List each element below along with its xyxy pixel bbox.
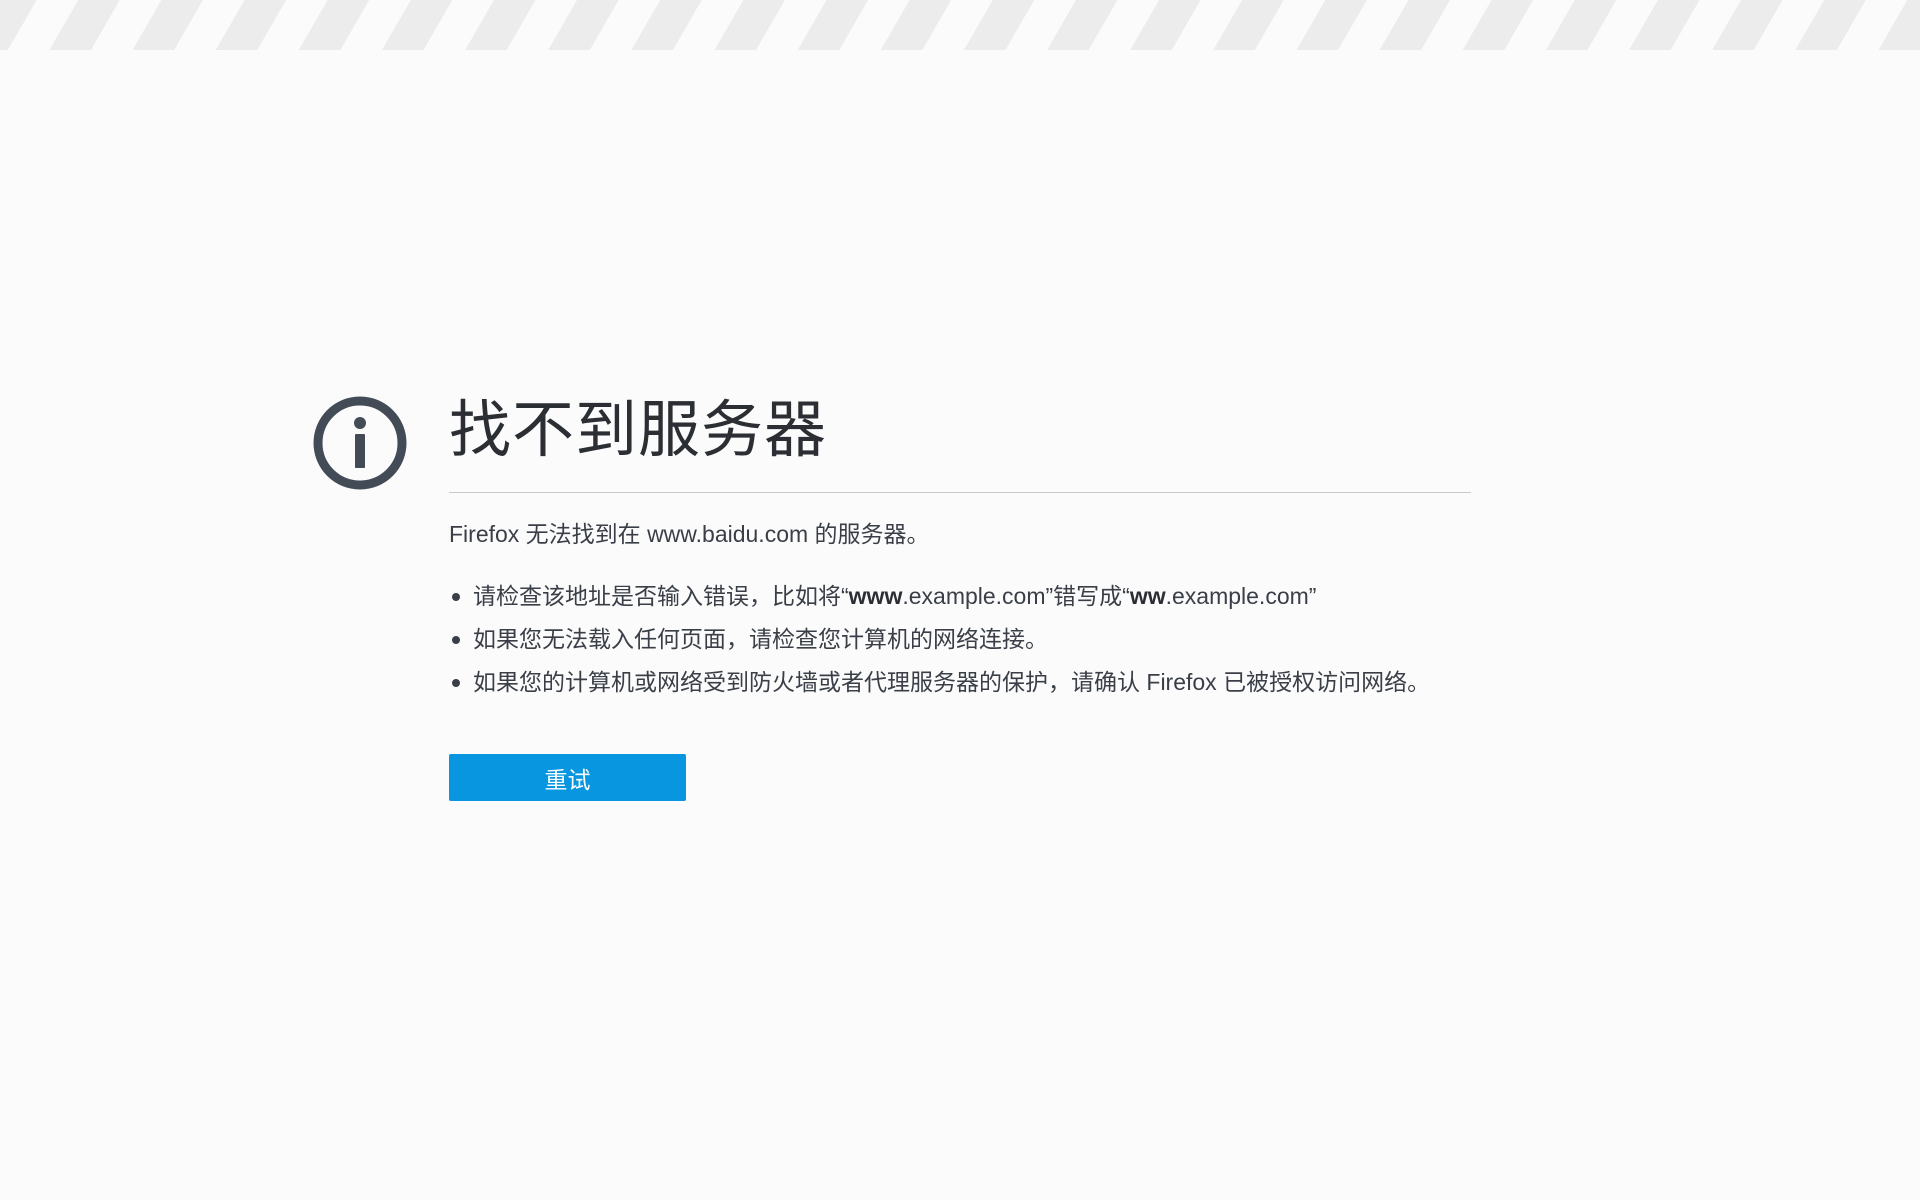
- suggestion-text: 如果您无法载入任何页面，请检查您计算机的网络连接。: [473, 626, 1048, 652]
- suggestion-item-firewall: 如果您的计算机或网络受到防火墙或者代理服务器的保护，请确认 Firefox 已被…: [449, 661, 1471, 704]
- suggestion-list: 请检查该地址是否输入错误，比如将“www.example.com”错写成“ww.…: [449, 575, 1471, 704]
- suggestion-item-check-address: 请检查该地址是否输入错误，比如将“www.example.com”错写成“ww.…: [449, 575, 1471, 618]
- suggestion-text: 如果您的计算机或网络受到防火墙或者代理服务器的保护，请确认 Firefox 已被…: [473, 669, 1431, 695]
- suggestion-text: .example.com”: [1165, 583, 1317, 609]
- suggestion-text: 请检查该地址是否输入错误，比如将“: [473, 583, 849, 609]
- suggestion-item-network: 如果您无法载入任何页面，请检查您计算机的网络连接。: [449, 618, 1471, 661]
- title-divider: [449, 492, 1471, 493]
- retry-button[interactable]: 重试: [449, 754, 686, 801]
- bullet-dot: [452, 636, 460, 644]
- suggestion-bold-correct: www: [848, 583, 903, 609]
- error-container: 找不到服务器 Firefox 无法找到在 www.baidu.com 的服务器。…: [313, 390, 1471, 801]
- suggestion-bold-wrong: ww: [1129, 583, 1166, 609]
- top-stripe-bar: [0, 0, 1920, 50]
- suggestion-text: .example.com”错写成“: [902, 583, 1130, 609]
- error-description: Firefox 无法找到在 www.baidu.com 的服务器。: [449, 521, 930, 547]
- page-title: 找不到服务器: [449, 396, 828, 465]
- info-icon: [313, 396, 407, 490]
- bullet-dot: [452, 593, 460, 601]
- bullet-dot: [452, 679, 460, 687]
